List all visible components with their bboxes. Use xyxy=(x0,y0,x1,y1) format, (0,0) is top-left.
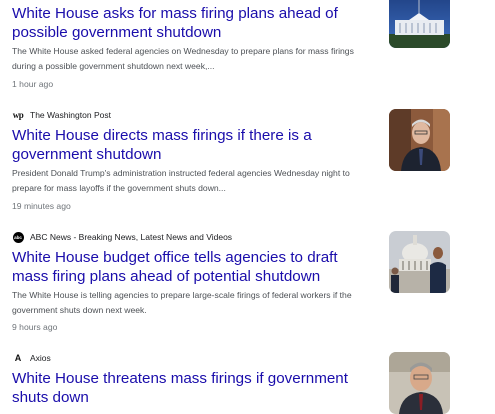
article-snippet: The White House is telling agencies to p… xyxy=(12,290,352,315)
white-house-photo-icon xyxy=(389,0,450,48)
article-thumbnail[interactable] xyxy=(389,109,450,171)
capitol-police-photo-icon xyxy=(389,231,450,293)
abc-news-logo-icon: abc xyxy=(12,231,24,243)
axios-logo-icon: A xyxy=(14,353,22,363)
article-snippet: President Donald Trump's administration … xyxy=(12,168,350,193)
article-title[interactable]: White House threatens mass firings if go… xyxy=(12,369,374,407)
article-snippet: The White House asked federal agencies o… xyxy=(12,46,354,71)
official-speaking-photo-icon xyxy=(389,352,450,414)
article-thumbnail[interactable] xyxy=(389,231,450,293)
article-title[interactable]: White House directs mass firings if ther… xyxy=(12,126,374,164)
source-name: ABC News - Breaking News, Latest News an… xyxy=(30,232,233,242)
washington-post-logo-icon: wp xyxy=(12,110,24,120)
article-thumbnail[interactable] xyxy=(389,0,450,48)
official-portrait-photo-icon xyxy=(389,109,450,171)
source-name: The Washington Post xyxy=(30,110,111,120)
article-time: 1 hour ago xyxy=(12,79,54,89)
article-source[interactable]: wp The Washington Post xyxy=(12,108,111,122)
article-source[interactable]: abc ABC News - Breaking News, Latest New… xyxy=(12,230,232,244)
source-name: Axios xyxy=(30,353,51,363)
article-source[interactable]: A Axios xyxy=(12,351,51,365)
article-thumbnail[interactable] xyxy=(389,352,450,414)
article-time: 19 minutes ago xyxy=(12,201,71,211)
article-time: 9 hours ago xyxy=(12,322,58,332)
article-title[interactable]: White House budget office tells agencies… xyxy=(12,248,374,286)
article-title[interactable]: White House asks for mass firing plans a… xyxy=(12,4,374,42)
